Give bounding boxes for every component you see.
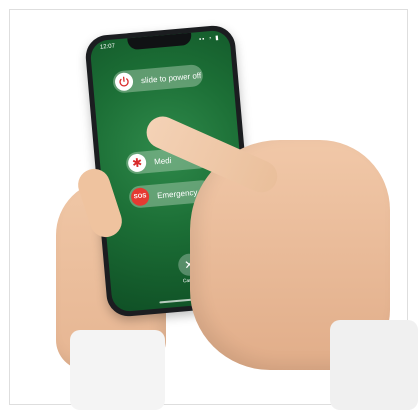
slide-to-power-off-label: slide to power off	[140, 70, 202, 85]
slide-to-power-off-slider[interactable]: slide to power off	[112, 63, 204, 94]
medical-asterisk-icon[interactable]: ✱	[127, 153, 147, 173]
status-icons: ▪▪ ◔ ▮	[198, 35, 220, 44]
right-sleeve	[330, 320, 418, 410]
power-icon[interactable]	[114, 72, 134, 92]
medical-id-label: Medi	[153, 155, 172, 166]
status-time: 12:07	[99, 43, 116, 51]
left-sleeve	[70, 330, 165, 410]
sos-icon[interactable]: SOS	[130, 187, 150, 207]
